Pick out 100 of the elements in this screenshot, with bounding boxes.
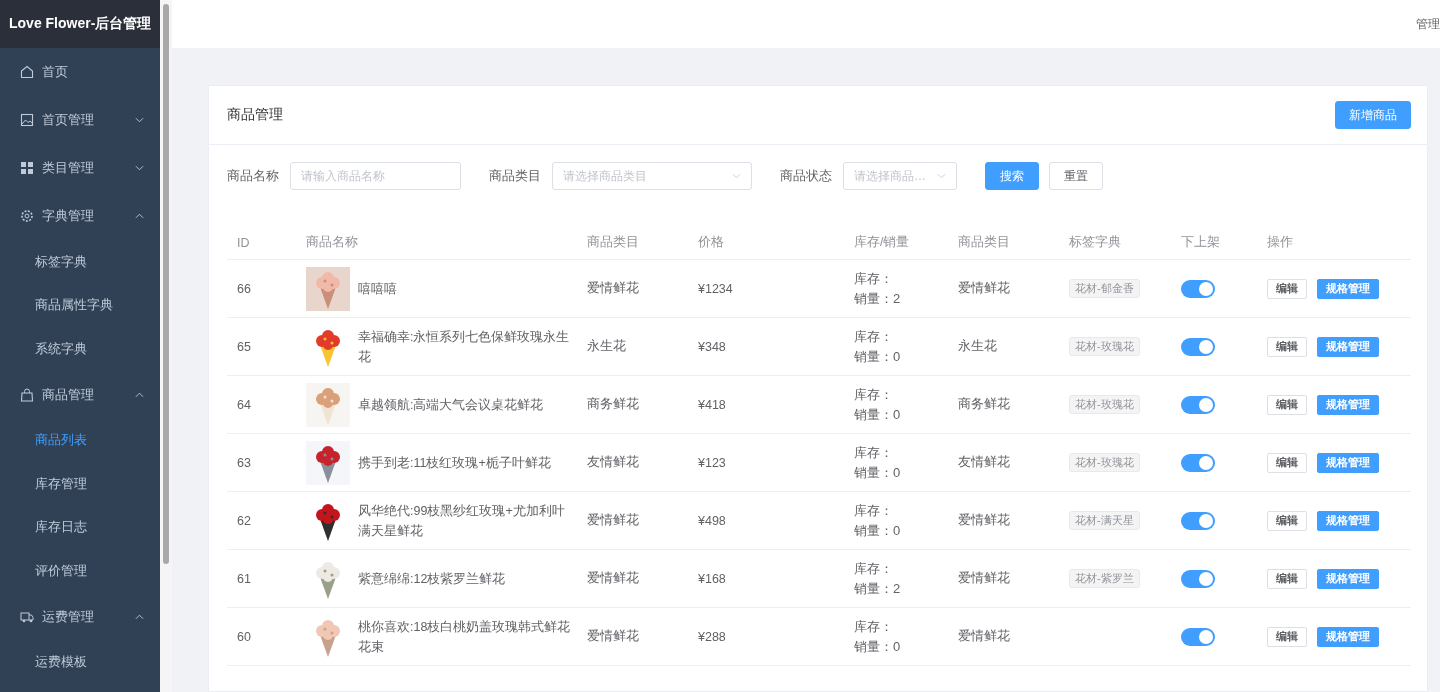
table-cell-text: ¥498: [697, 513, 727, 528]
edit-button[interactable]: 编辑: [1267, 336, 1307, 357]
chevron-icon: [135, 391, 144, 398]
toggle-switch[interactable]: [1181, 337, 1215, 356]
table-cell-text: ¥123: [697, 455, 727, 470]
toggle-switch[interactable]: [1181, 569, 1215, 588]
brand-title: Love Flower-后台管理: [0, 0, 160, 48]
sales-text: 销量：0: [854, 405, 902, 424]
column-header: 商品类目: [957, 234, 1011, 251]
card-title: 商品管理: [227, 106, 283, 124]
sales-text: 销量：0: [854, 463, 902, 482]
product-name: 桃你喜欢:18枝白桃奶盖玫瑰韩式鲜花花束: [358, 618, 572, 656]
toggle-switch[interactable]: [1181, 395, 1215, 414]
home-icon: [20, 65, 34, 79]
product-name: 嘻嘻嘻: [358, 280, 397, 298]
toggle-switch[interactable]: [1181, 511, 1215, 530]
table-cell-text: 爱情鲜花: [957, 280, 1011, 297]
table-cell-text: 永生花: [586, 338, 627, 355]
product-name: 风华绝代:99枝黑纱红玫瑰+尤加利叶满天星鲜花: [358, 502, 566, 540]
table-cell-text: ¥288: [697, 629, 727, 644]
submenu-item[interactable]: 库存日志: [0, 505, 160, 549]
product-name: 紫意绵绵:12枝紫罗兰鲜花: [358, 570, 506, 588]
stock-text: 库存：: [854, 443, 894, 462]
submenu-item[interactable]: 运费模板: [0, 640, 160, 684]
table-cell-text: 66: [236, 281, 252, 296]
edit-button[interactable]: 编辑: [1267, 510, 1307, 531]
submenu-item[interactable]: 库存管理: [0, 462, 160, 506]
edit-button[interactable]: 编辑: [1267, 626, 1307, 647]
scrollbar[interactable]: [163, 4, 169, 564]
settings-icon: [20, 209, 34, 223]
stock-text: 库存：: [854, 617, 894, 636]
table-cell-text: 永生花: [957, 338, 998, 355]
image-icon: [20, 113, 34, 127]
column-header: 价格: [697, 234, 725, 251]
menu-item[interactable]: 运费管理: [0, 592, 160, 641]
tag: 花材-玫瑰花: [1069, 453, 1140, 472]
table-cell-text: 64: [236, 397, 252, 412]
edit-button[interactable]: 编辑: [1267, 452, 1307, 473]
tag: 花材-郁金香: [1069, 279, 1140, 298]
table-cell-text: 爱情鲜花: [586, 280, 640, 297]
tag: 花材-满天星: [1069, 511, 1140, 530]
table-cell-text: 61: [236, 571, 252, 586]
table-cell-text: 爱情鲜花: [586, 570, 640, 587]
menu-item[interactable]: 商品管理: [0, 370, 160, 419]
user-name[interactable]: 管理: [1416, 15, 1440, 33]
chevron-icon: [135, 613, 144, 620]
toggle-switch[interactable]: [1181, 453, 1215, 472]
table-cell-text: ¥348: [697, 339, 727, 354]
table-cell-text: ¥418: [697, 397, 727, 412]
reset-button[interactable]: 重置: [1049, 162, 1103, 190]
stock-text: 库存：: [854, 327, 894, 346]
table-cell-text: 友情鲜花: [957, 454, 1011, 471]
table-cell-text: 商务鲜花: [957, 396, 1011, 413]
chevron-icon: [135, 165, 144, 171]
menu-item[interactable]: 首页: [0, 48, 160, 96]
table-cell-text: 爱情鲜花: [957, 512, 1011, 529]
table-cell-text: ¥168: [697, 571, 727, 586]
submenu-item[interactable]: 商品属性字典: [0, 283, 160, 327]
chevron-icon: [732, 173, 741, 179]
filter-label: 商品状态: [780, 167, 832, 185]
submenu-item[interactable]: 评价管理: [0, 549, 160, 593]
toggle-switch[interactable]: [1181, 627, 1215, 646]
table-cell-text: 友情鲜花: [586, 454, 640, 471]
submenu-item[interactable]: 标签字典: [0, 240, 160, 284]
menu-item[interactable]: 首页管理: [0, 96, 160, 144]
filter-label: 商品名称: [227, 167, 279, 185]
tag: 花材-玫瑰花: [1069, 337, 1140, 356]
truck-icon: [20, 609, 34, 624]
menu-item[interactable]: 字典管理: [0, 192, 160, 240]
product-name: 携手到老:11枝红玫瑰+栀子叶鲜花: [358, 454, 551, 472]
edit-button[interactable]: 编辑: [1267, 278, 1307, 299]
stock-text: 库存：: [854, 385, 894, 404]
menu-item[interactable]: 类目管理: [0, 144, 160, 192]
bag-icon: [20, 387, 34, 402]
sales-text: 销量：0: [854, 521, 902, 540]
submenu-item[interactable]: 商品列表: [0, 418, 160, 462]
chevron-icon: [135, 117, 144, 123]
edit-button[interactable]: 编辑: [1267, 568, 1307, 589]
edit-button[interactable]: 编辑: [1267, 394, 1307, 415]
table-cell-text: 爱情鲜花: [586, 628, 640, 645]
tag: 花材-紫罗兰: [1069, 569, 1140, 588]
column-header: ID: [236, 235, 251, 250]
grid-icon: [20, 161, 34, 175]
table-cell-text: 62: [236, 513, 252, 528]
column-header: 操作: [1266, 234, 1294, 251]
sales-text: 销量：2: [854, 579, 902, 598]
toggle-switch[interactable]: [1181, 279, 1215, 298]
stock-text: 库存：: [854, 501, 894, 520]
column-header: 库存/销量: [853, 234, 911, 251]
column-header: 商品名称: [305, 234, 359, 251]
filter-label: 商品类目: [489, 167, 541, 185]
column-header: 下上架: [1180, 234, 1221, 251]
product-name: 幸福确幸:永恒系列七色保鲜玫瑰永生花: [358, 328, 571, 366]
table-cell-text: 爱情鲜花: [957, 570, 1011, 587]
submenu-item[interactable]: 系统字典: [0, 327, 160, 371]
table-cell-text: 63: [236, 455, 252, 470]
product-name: 卓越领航:高端大气会议桌花鲜花: [358, 396, 544, 414]
table-cell-text: ¥1234: [697, 281, 734, 296]
tag: 花材-玫瑰花: [1069, 395, 1140, 414]
chevron-icon: [937, 173, 946, 179]
